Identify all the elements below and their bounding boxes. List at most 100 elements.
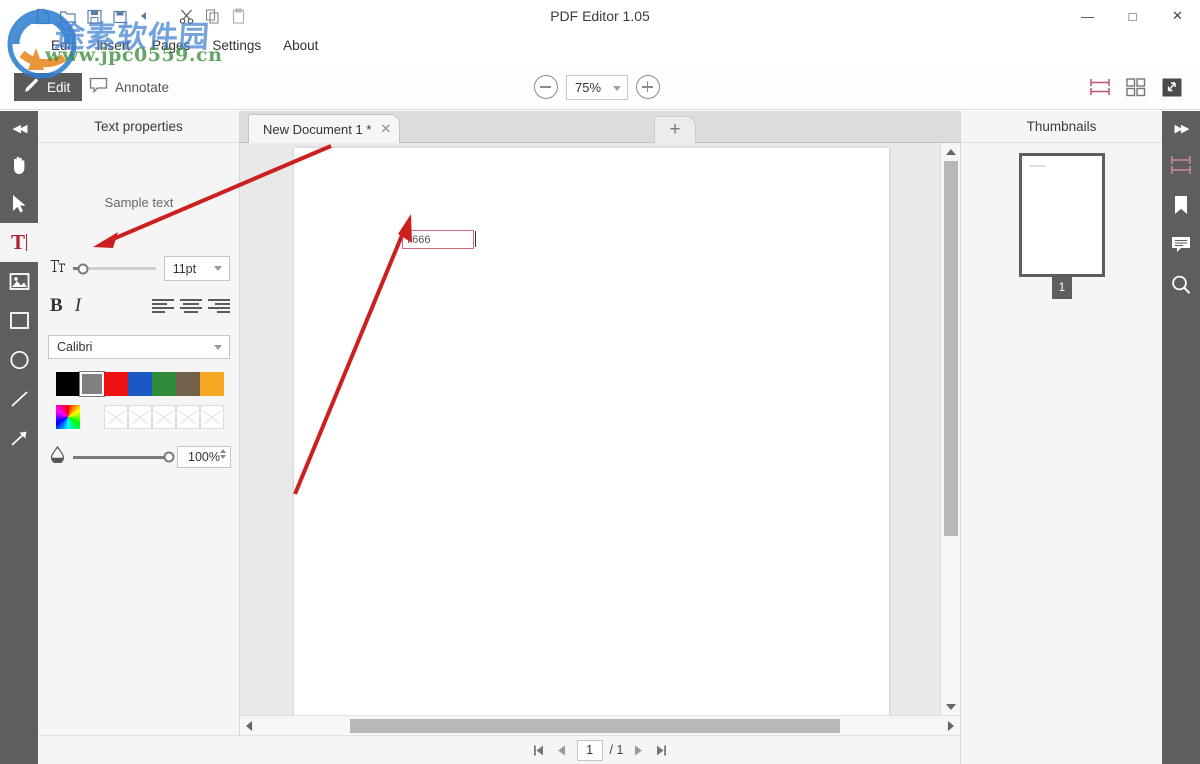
font-family-select[interactable]: Calibri <box>48 335 230 359</box>
font-size-slider[interactable] <box>73 263 156 274</box>
zoom-level-select[interactable]: 75% <box>566 74 628 100</box>
opacity-value: 100% <box>188 450 220 464</box>
save-as-icon[interactable] <box>108 4 132 28</box>
last-page-button[interactable] <box>653 741 669 759</box>
first-page-button[interactable] <box>531 741 547 759</box>
color-swatch-green[interactable] <box>152 372 176 396</box>
chevron-down-icon <box>214 345 222 350</box>
opacity-row: 100% <box>50 445 231 468</box>
empty-color-slot[interactable] <box>104 405 128 429</box>
horizontal-scrollbar-thumb[interactable] <box>350 719 840 733</box>
current-page-input[interactable]: 1 <box>576 739 603 761</box>
zoom-in-button[interactable] <box>636 75 660 99</box>
font-size-slider-knob[interactable] <box>77 263 89 274</box>
open-folder-icon[interactable] <box>56 4 80 28</box>
page-thumbnail-1[interactable] <box>1019 153 1105 277</box>
copy-icon[interactable] <box>200 4 224 28</box>
opacity-slider[interactable] <box>73 451 175 463</box>
thumbnail-content-line <box>1030 165 1046 167</box>
color-picker-icon[interactable] <box>56 405 80 429</box>
scroll-down-button[interactable] <box>941 698 961 715</box>
font-size-select[interactable]: 11pt <box>163 256 230 281</box>
new-document-icon[interactable] <box>30 4 54 28</box>
single-page-layout-icon[interactable] <box>1086 74 1114 100</box>
image-tool[interactable] <box>0 262 38 301</box>
menu-item-insert[interactable]: Insert <box>85 36 141 55</box>
opacity-drop-icon <box>50 445 65 468</box>
ellipse-tool[interactable] <box>0 340 38 379</box>
save-icon[interactable] <box>82 4 106 28</box>
color-swatch-gray[interactable] <box>80 372 104 396</box>
mode-toolbar: Edit Annotate 75% <box>0 64 1200 110</box>
align-right-button[interactable] <box>208 297 230 315</box>
menu-item-edit[interactable]: Edit <box>40 36 85 55</box>
scroll-up-button[interactable] <box>941 143 961 160</box>
color-swatch-red[interactable] <box>104 372 128 396</box>
bold-button[interactable]: B <box>50 295 63 317</box>
select-tool[interactable] <box>0 184 38 223</box>
zoom-out-button[interactable] <box>534 75 558 99</box>
document-canvas[interactable]: 7666 <box>240 143 960 735</box>
color-palette-row <box>56 372 224 396</box>
vertical-scrollbar-thumb[interactable] <box>944 161 958 536</box>
comment-icon[interactable] <box>1162 225 1200 265</box>
arrow-tool[interactable] <box>0 418 38 457</box>
custom-color-row <box>56 405 224 429</box>
pdf-page[interactable]: 7666 <box>294 148 889 720</box>
annotate-mode-button[interactable]: Annotate <box>80 73 181 101</box>
text-style-row: B I <box>50 295 230 317</box>
zoom-level-value: 75% <box>575 79 602 95</box>
fullscreen-icon[interactable] <box>1158 74 1186 100</box>
close-icon[interactable]: ✕ <box>380 121 391 137</box>
previous-page-button[interactable] <box>554 741 570 759</box>
font-size-icon <box>50 259 65 278</box>
edit-mode-button[interactable]: Edit <box>14 73 83 101</box>
opacity-slider-knob[interactable] <box>163 451 175 463</box>
page-navigation-bar: 1 / 1 <box>240 735 960 764</box>
empty-color-slot[interactable] <box>152 405 176 429</box>
cut-icon[interactable] <box>174 4 198 28</box>
maximize-button[interactable]: □ <box>1110 0 1155 32</box>
page-layout-icon[interactable] <box>1162 145 1200 185</box>
new-tab-button[interactable]: + <box>654 116 696 143</box>
hand-tool[interactable] <box>0 145 38 184</box>
text-edit-box[interactable]: 7666 <box>402 230 474 249</box>
color-swatch-blue[interactable] <box>128 372 152 396</box>
horizontal-scrollbar[interactable] <box>240 715 960 735</box>
vertical-scrollbar[interactable] <box>940 143 960 715</box>
color-swatch-black[interactable] <box>56 372 80 396</box>
empty-color-slot[interactable] <box>200 405 224 429</box>
undo-icon[interactable] <box>134 4 158 28</box>
search-icon[interactable] <box>1162 265 1200 305</box>
align-center-button[interactable] <box>180 297 202 315</box>
stepper-arrows-icon[interactable] <box>220 449 226 459</box>
menu-item-pages[interactable]: Pages <box>141 36 201 55</box>
color-swatch-orange[interactable] <box>200 372 224 396</box>
scroll-left-button[interactable] <box>240 716 258 736</box>
empty-color-slot[interactable] <box>128 405 152 429</box>
font-size-value: 11pt <box>172 261 197 276</box>
italic-button[interactable]: I <box>75 295 81 317</box>
bookmark-icon[interactable] <box>1162 185 1200 225</box>
collapse-left-panel-button[interactable]: ◀◀ <box>0 111 38 145</box>
font-family-value: Calibri <box>57 340 93 354</box>
next-page-button[interactable] <box>630 741 646 759</box>
empty-color-slot[interactable] <box>176 405 200 429</box>
text-properties-panel: Text properties Sample text 11pt B I Cal… <box>38 111 240 764</box>
paste-icon[interactable] <box>226 4 250 28</box>
align-left-button[interactable] <box>152 297 174 315</box>
grid-layout-icon[interactable] <box>1122 74 1150 100</box>
menu-item-settings[interactable]: Settings <box>201 36 272 55</box>
text-tool[interactable]: T <box>0 223 38 262</box>
minimize-button[interactable]: — <box>1065 0 1110 32</box>
sample-text-preview: Sample text <box>104 195 174 210</box>
menu-item-about[interactable]: About <box>272 36 329 55</box>
close-button[interactable]: ✕ <box>1155 0 1200 32</box>
rectangle-tool[interactable] <box>0 301 38 340</box>
color-swatch-brown[interactable] <box>176 372 200 396</box>
tab-new-document-1[interactable]: New Document 1 * ✕ <box>248 114 401 143</box>
scroll-right-button[interactable] <box>942 716 960 736</box>
opacity-stepper[interactable]: 100% <box>177 446 231 468</box>
line-tool[interactable] <box>0 379 38 418</box>
expand-right-panel-button[interactable]: ▶▶ <box>1162 111 1200 145</box>
